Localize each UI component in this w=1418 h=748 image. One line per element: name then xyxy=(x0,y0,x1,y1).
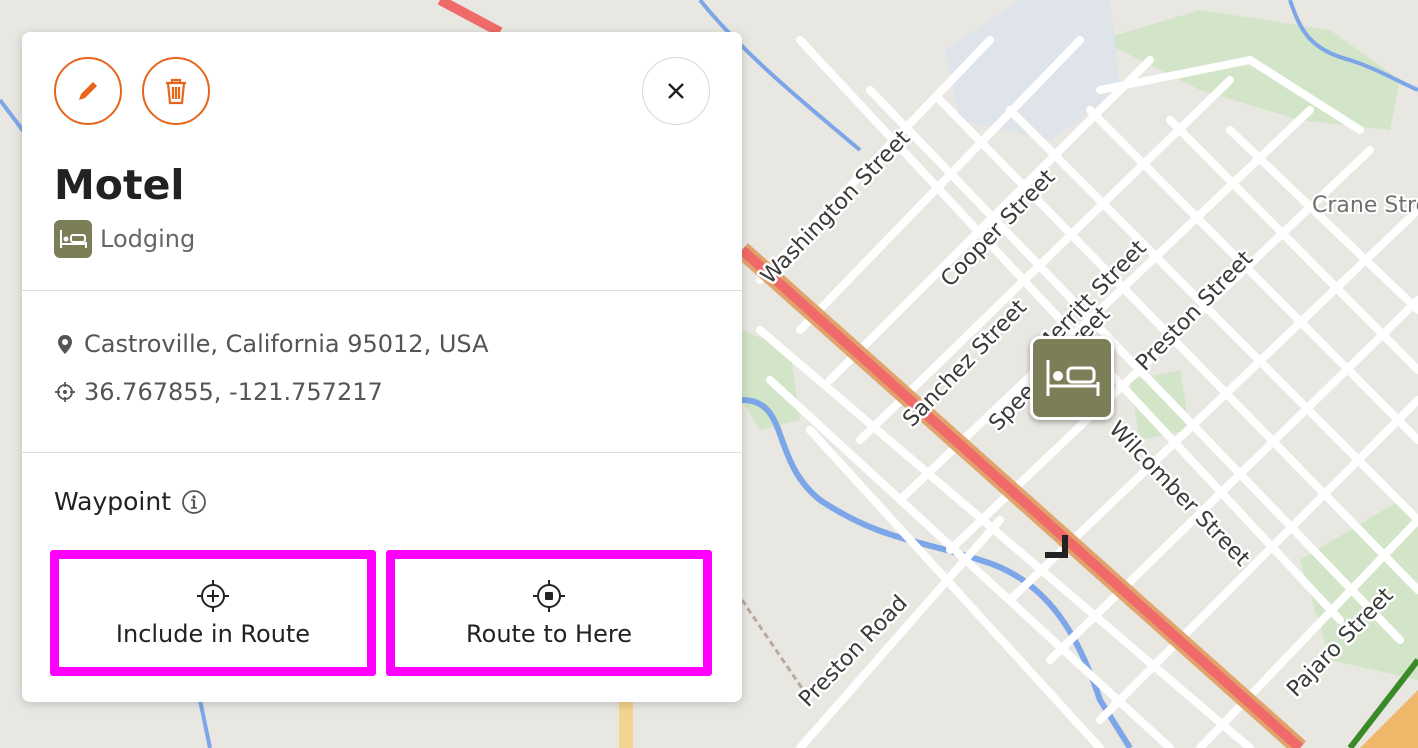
pencil-icon xyxy=(79,82,97,100)
include-in-route-button[interactable]: Include in Route xyxy=(50,550,376,676)
location-pin-icon xyxy=(58,335,72,354)
poi-address: Castroville, California 95012, USA xyxy=(84,330,489,358)
poi-coordinates: 36.767855, -121.757217 xyxy=(84,378,383,406)
route-to-here-button[interactable]: Route to Here xyxy=(386,550,712,676)
poi-title: Motel xyxy=(54,161,185,209)
include-in-route-label: Include in Route xyxy=(115,620,311,648)
bed-icon xyxy=(1046,360,1100,396)
bed-icon xyxy=(60,230,87,248)
waypoint-heading: Waypoint xyxy=(54,487,171,516)
label-crane-street: Crane Street xyxy=(1312,193,1418,218)
route-to-here-label: Route to Here xyxy=(466,620,632,648)
poi-details-panel: Motel Lodging Castroville, California 95… xyxy=(22,32,742,702)
waypoint-section-title: Waypoint xyxy=(54,487,207,516)
close-button[interactable] xyxy=(642,57,710,125)
crosshair-icon xyxy=(55,382,75,402)
poi-category: Lodging xyxy=(54,220,195,258)
info-icon[interactable] xyxy=(181,489,207,515)
lodging-map-marker[interactable] xyxy=(1030,336,1114,420)
lodging-category-icon xyxy=(54,220,92,258)
divider xyxy=(22,290,742,291)
delete-button[interactable] xyxy=(142,57,210,125)
destination-icon xyxy=(533,580,565,612)
trash-icon xyxy=(166,78,186,105)
coordinates-row: 36.767855, -121.757217 xyxy=(54,378,383,406)
add-waypoint-icon xyxy=(197,580,229,612)
close-icon xyxy=(668,83,684,99)
divider xyxy=(22,452,742,453)
poi-category-label: Lodging xyxy=(100,225,196,253)
edit-button[interactable] xyxy=(54,57,122,125)
address-row: Castroville, California 95012, USA xyxy=(54,330,489,358)
